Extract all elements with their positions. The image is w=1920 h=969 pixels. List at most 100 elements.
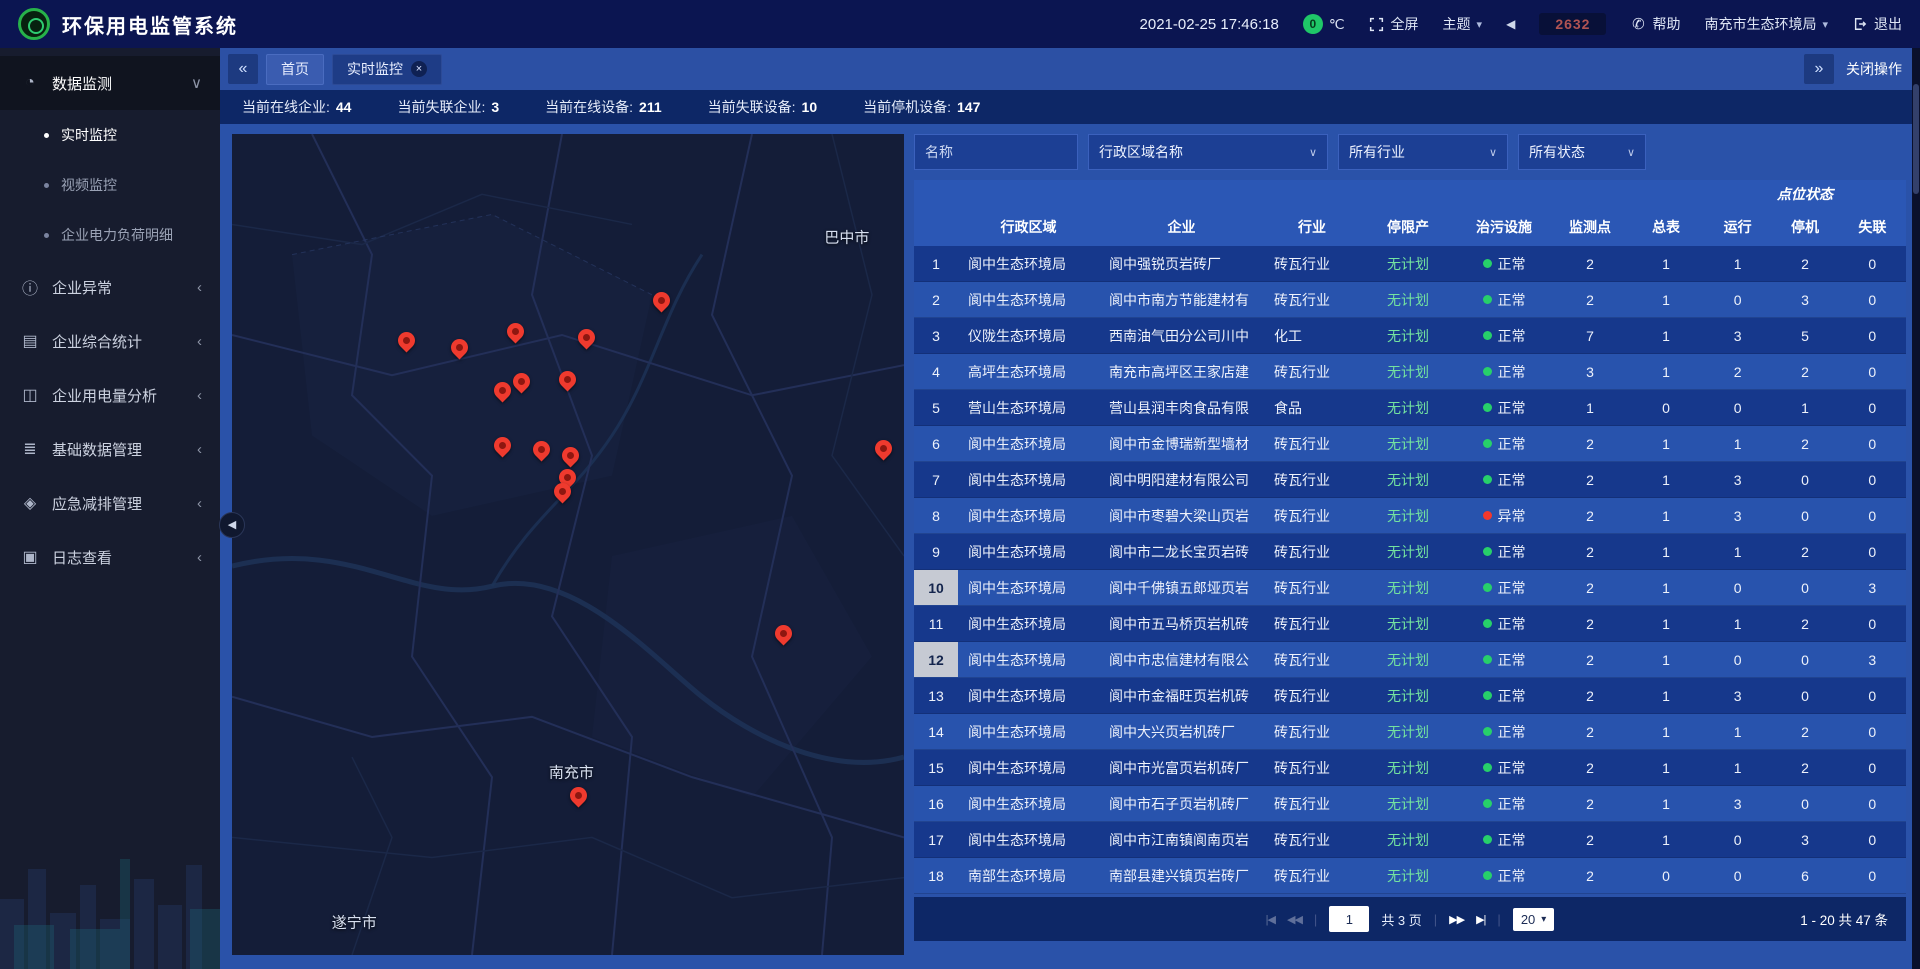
sidebar-item-emergency-reduction[interactable]: ◈应急减排管理‹ [0,476,220,530]
page-number-input[interactable] [1329,906,1369,932]
tabs-scroll-right-icon[interactable]: » [1804,54,1834,84]
status-dot-icon [1483,367,1492,376]
table-row[interactable]: 13 阆中生态环境局 阆中市金福旺页岩机砖 砖瓦行业 无计划 正常 2 1 3 … [914,678,1906,714]
fullscreen-button[interactable]: 全屏 [1369,14,1419,34]
table-row[interactable]: 1 阆中生态环境局 阆中强锐页岩砖厂 砖瓦行业 无计划 正常 2 1 1 2 0 [914,246,1906,282]
page-size-select[interactable]: 20 ▾ [1513,908,1555,931]
map-city-label: 巴中市 [824,227,869,248]
chevron-left-icon: ‹ [197,333,202,350]
pagination-bar: |◀ ◀◀ | 共 3 页 | ▶▶ ▶| | 20 ▾ 1 - 20 [914,897,1906,941]
table-row[interactable]: 9 阆中生态环境局 阆中市二龙长宝页岩砖 砖瓦行业 无计划 正常 2 1 1 2… [914,534,1906,570]
row-total-meters: 1 [1628,354,1704,389]
sidebar-item-data-monitoring[interactable]: ◔数据监测∨ [0,56,220,110]
row-facility-status: 正常 [1456,246,1552,281]
row-region: 阆中生态环境局 [958,570,1099,605]
row-running-count: 0 [1704,858,1771,893]
sidebar-item-log-view[interactable]: ▣日志查看‹ [0,530,220,584]
table-row[interactable]: 18 南部生态环境局 南部县建兴镇页岩砖厂 砖瓦行业 无计划 正常 2 0 0 … [914,858,1906,894]
name-filter-input[interactable] [914,134,1078,170]
table-row[interactable]: 10 阆中生态环境局 阆中千佛镇五郎垭页岩 砖瓦行业 无计划 正常 2 1 0 … [914,570,1906,606]
table-header: 点位状态 行政区域 企业 行业 停限产 治污设施 监测点 总表 运行 停机 失联 [914,180,1906,246]
sidebar-subitem[interactable]: 视频监控 [0,160,220,210]
close-operations-button[interactable]: 关闭操作 [1846,59,1902,79]
scrollbar-thumb[interactable] [1913,84,1919,194]
row-running-count: 0 [1704,282,1771,317]
sidebar-subitem[interactable]: 企业电力负荷明细 [0,210,220,260]
sidebar-subitem[interactable]: 实时监控 [0,110,220,160]
stat-label: 当前在线设备: [545,97,633,117]
org-dropdown[interactable]: 南充市生态环境局 ▾ [1704,14,1828,34]
table-row[interactable]: 17 阆中生态环境局 阆中市江南镇阆南页岩 砖瓦行业 无计划 正常 2 1 0 … [914,822,1906,858]
stat-value: 10 [802,99,818,115]
row-limit-status: 无计划 [1360,354,1456,389]
row-total-meters: 1 [1628,498,1704,533]
table-row[interactable]: 15 阆中生态环境局 阆中市光富页岩机砖厂 砖瓦行业 无计划 正常 2 1 1 … [914,750,1906,786]
table-row[interactable]: 5 营山生态环境局 营山县润丰肉食品有限 食品 无计划 正常 1 0 0 1 0 [914,390,1906,426]
row-stopped-count: 0 [1771,678,1838,713]
row-company: 阆中强锐页岩砖厂 [1099,246,1264,281]
logout-button[interactable]: 退出 [1852,14,1902,34]
row-disconnected-count: 0 [1839,390,1906,425]
row-industry: 化工 [1264,318,1360,353]
row-running-count: 3 [1704,318,1771,353]
first-page-icon[interactable]: |◀ [1266,913,1275,926]
row-industry: 砖瓦行业 [1264,498,1360,533]
row-limit-status: 无计划 [1360,390,1456,425]
divider: | [1497,912,1500,927]
table-row[interactable]: 6 阆中生态环境局 阆中市金博瑞新型墙材 砖瓦行业 无计划 正常 2 1 1 2… [914,426,1906,462]
row-total-meters: 1 [1628,642,1704,677]
table-row[interactable]: 2 阆中生态环境局 阆中市南方节能建材有 砖瓦行业 无计划 正常 2 1 0 3… [914,282,1906,318]
tab-realtime-monitor[interactable]: 实时监控 × [332,54,442,85]
prev-page-icon[interactable]: ◀◀ [1287,913,1302,926]
sidebar-item-enterprise-statistics[interactable]: ▤企业综合统计‹ [0,314,220,368]
marquee-collapse-icon[interactable]: ◀ [1506,17,1515,31]
last-page-icon[interactable]: ▶| [1476,913,1485,926]
theme-dropdown[interactable]: 主题 ▾ [1443,14,1483,34]
row-region: 阆中生态环境局 [958,498,1099,533]
status-text: 正常 [1498,398,1526,418]
tab-home[interactable]: 首页 [266,54,324,85]
table-row[interactable]: 12 阆中生态环境局 阆中市忠信建材有限公 砖瓦行业 无计划 正常 2 1 0 … [914,642,1906,678]
map-collapse-button[interactable]: ◀ [219,512,245,538]
chevron-down-icon: ∨ [191,74,202,92]
table-row[interactable]: 14 阆中生态环境局 阆中大兴页岩机砖厂 砖瓦行业 无计划 正常 2 1 1 2… [914,714,1906,750]
industry-filter-select[interactable]: 所有行业 ∨ [1338,134,1508,170]
sidebar-item-enterprise-abnormal[interactable]: ⓘ企业异常‹ [0,260,220,314]
row-monitor-points: 2 [1552,642,1628,677]
status-dot-icon [1483,799,1492,808]
row-running-count: 0 [1704,570,1771,605]
tab-close-icon[interactable]: × [411,61,427,77]
table-row[interactable]: 16 阆中生态环境局 阆中市石子页岩机砖厂 砖瓦行业 无计划 正常 2 1 3 … [914,786,1906,822]
row-region: 仪陇生态环境局 [958,318,1099,353]
row-running-count: 1 [1704,426,1771,461]
main-area: « 首页 实时监控 × » 关闭操作 当前在线企业: 44 当前失联企业: 3 [220,48,1920,969]
map-city-label: 遂宁市 [332,912,377,933]
table-row[interactable]: 8 阆中生态环境局 阆中市枣碧大梁山页岩 砖瓦行业 无计划 异常 2 1 3 0… [914,498,1906,534]
chevron-down-icon: ∨ [1627,146,1635,159]
help-button[interactable]: ✆ 帮助 [1630,14,1680,34]
row-limit-status: 无计划 [1360,714,1456,749]
table-row[interactable]: 7 阆中生态环境局 阆中明阳建材有限公司 砖瓦行业 无计划 正常 2 1 3 0… [914,462,1906,498]
region-filter-select[interactable]: 行政区域名称 ∨ [1088,134,1328,170]
row-limit-status: 无计划 [1360,426,1456,461]
sidebar-item-base-data-management[interactable]: ≣基础数据管理‹ [0,422,220,476]
row-limit-status: 无计划 [1360,462,1456,497]
stat-value: 3 [491,99,499,115]
next-page-icon[interactable]: ▶▶ [1449,913,1464,926]
map-canvas[interactable]: 巴中市南充市遂宁市 [232,134,904,955]
table-row[interactable]: 3 仪陇生态环境局 西南油气田分公司川中 化工 无计划 正常 7 1 3 5 0 [914,318,1906,354]
row-index: 15 [914,750,958,785]
row-stopped-count: 5 [1771,318,1838,353]
row-industry: 食品 [1264,390,1360,425]
sidebar-item-power-usage-analysis[interactable]: ◫企业用电量分析‹ [0,368,220,422]
row-index: 2 [914,282,958,317]
row-company: 阆中市金博瑞新型墙材 [1099,426,1264,461]
table-row[interactable]: 11 阆中生态环境局 阆中市五马桥页岩机砖 砖瓦行业 无计划 正常 2 1 1 … [914,606,1906,642]
table-row[interactable]: 4 高坪生态环境局 南充市高坪区王家店建 砖瓦行业 无计划 正常 3 1 2 2… [914,354,1906,390]
row-region: 南部生态环境局 [958,858,1099,893]
chevron-left-icon: ‹ [197,441,202,458]
tabs-scroll-left-icon[interactable]: « [228,54,258,84]
row-stopped-count: 2 [1771,714,1838,749]
scrollbar[interactable] [1912,48,1920,969]
status-filter-select[interactable]: 所有状态 ∨ [1518,134,1646,170]
